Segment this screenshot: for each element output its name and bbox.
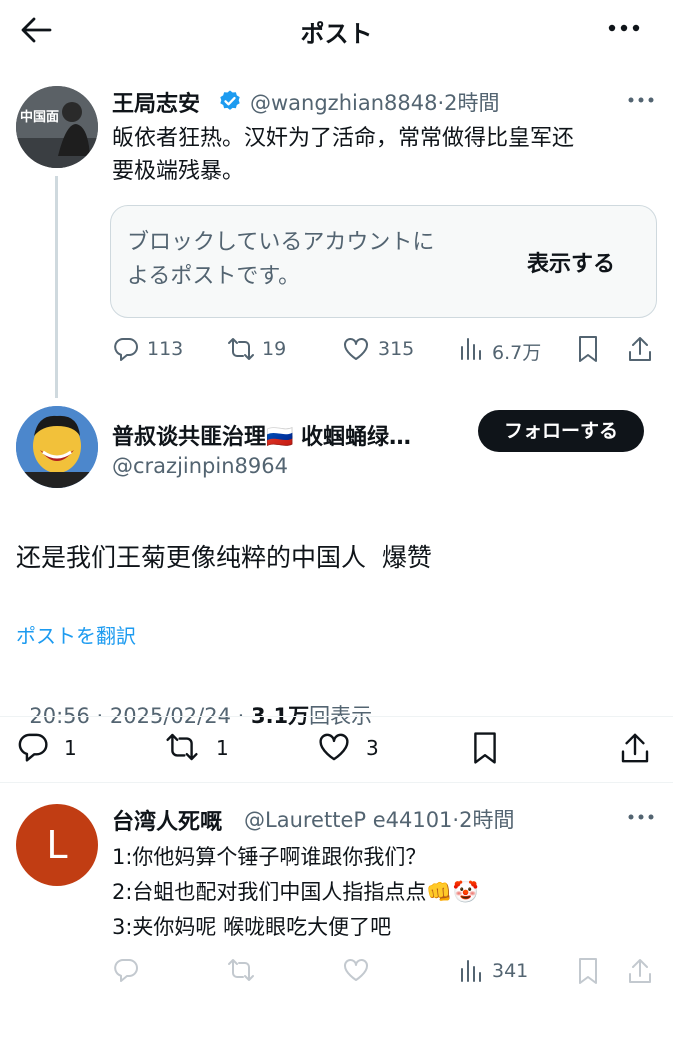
- main-share-button[interactable]: [618, 730, 652, 766]
- more-horizontal-icon: [628, 97, 654, 103]
- reply-avatar-letter: L: [46, 823, 68, 867]
- reply-reply-button[interactable]: [112, 956, 142, 986]
- main-handle[interactable]: @crazjinpin8964: [112, 454, 288, 478]
- more-horizontal-icon: [628, 814, 654, 820]
- reply-text-line-2: 2:台蛆也配对我们中国人指指点点👊🤡: [112, 880, 479, 904]
- blocked-notice-line-2: よるポストです。: [127, 264, 301, 289]
- reply-repost-button[interactable]: [226, 956, 258, 986]
- analytics-icon: [461, 338, 481, 360]
- parent-views-count: 6.7万: [492, 342, 542, 364]
- verified-badge-icon: [218, 89, 242, 113]
- parent-avatar[interactable]: 中国面: [16, 86, 98, 168]
- parent-reply-count: 113: [147, 338, 184, 360]
- parent-reply-button[interactable]: 113: [112, 334, 192, 364]
- reply-icon: [18, 733, 48, 762]
- main-repost-count: 1: [216, 736, 229, 760]
- main-reply-count: 1: [64, 736, 77, 760]
- main-like-button[interactable]: 3: [316, 730, 386, 764]
- repost-icon: [166, 733, 198, 761]
- avatar-photo-icon: [16, 86, 98, 168]
- follow-button[interactable]: フォローする: [478, 410, 644, 452]
- bookmark-icon: [474, 732, 496, 764]
- reply-display-name[interactable]: 台湾人死嘅: [112, 804, 222, 836]
- divider: [0, 716, 673, 717]
- reply-text-line-3: 3:夹你妈呢 喉咙眼吃大便了吧: [112, 915, 392, 939]
- parent-handle-time[interactable]: @wangzhian8848·2時間: [250, 87, 500, 117]
- avatar-caption: 中国面: [20, 110, 60, 125]
- parent-text: 皈依者狂热。汉奸为了活命，常常做得比皇军还 要极端残暴。: [112, 122, 574, 188]
- header-more-button[interactable]: [604, 18, 644, 38]
- show-button[interactable]: 表示する: [527, 246, 615, 278]
- reply-more-button[interactable]: [626, 810, 656, 824]
- reply-share-button[interactable]: [626, 956, 654, 986]
- divider: [0, 782, 673, 783]
- blocked-notice-card: ブロックしているアカウントに よるポストです。 表示する: [110, 205, 657, 318]
- blocked-notice-text: ブロックしているアカウントに よるポストです。: [127, 226, 434, 294]
- main-timestamp-row: 20:56 · 2025/02/24 · 3.1万回表示: [16, 676, 372, 730]
- page-title: ポスト: [300, 20, 373, 48]
- reply-like-button[interactable]: [342, 956, 372, 986]
- reply-avatar[interactable]: L: [16, 804, 98, 886]
- heart-icon: [319, 733, 349, 761]
- parent-bookmark-button[interactable]: [574, 334, 602, 364]
- main-repost-button[interactable]: 1: [164, 730, 234, 764]
- share-icon: [629, 959, 651, 983]
- parent-repost-count: 19: [262, 338, 287, 360]
- reply-bookmark-button[interactable]: [574, 956, 602, 986]
- heart-icon: [344, 338, 368, 360]
- share-icon: [629, 337, 651, 361]
- reply-text: 1:你他妈算个锤子啊谁跟你我们？ 2:台蛆也配对我们中国人指指点点👊🤡 3:夹你…: [112, 840, 479, 945]
- thread-line: [55, 176, 58, 398]
- heart-icon: [344, 959, 368, 981]
- parent-text-line-2: 要极端残暴。: [112, 159, 245, 184]
- main-reply-button[interactable]: 1: [16, 730, 86, 764]
- parent-like-count: 315: [378, 338, 415, 360]
- reply-text-line-1: 1:你他妈算个锤子啊谁跟你我们？: [112, 845, 427, 869]
- main-avatar[interactable]: [16, 406, 98, 488]
- reply-views-count: 341: [492, 960, 529, 982]
- share-icon: [621, 733, 649, 763]
- repost-icon: [228, 338, 254, 360]
- reply-handle-time[interactable]: @LauretteP e44101·2時間: [244, 804, 514, 834]
- bookmark-icon: [579, 958, 597, 984]
- parent-share-button[interactable]: [626, 334, 654, 364]
- parent-text-line-1: 皈依者狂热。汉奸为了活命，常常做得比皇军还: [112, 126, 575, 151]
- bookmark-icon: [579, 336, 597, 362]
- analytics-icon: [461, 960, 481, 982]
- main-display-name[interactable]: 普叔谈共匪治理🇷🇺 收蝈蛹绿…: [112, 419, 411, 451]
- repost-icon: [228, 959, 254, 981]
- parent-views-button[interactable]: 6.7万: [458, 334, 558, 364]
- reply-icon: [114, 959, 138, 982]
- parent-display-name[interactable]: 王局志安: [112, 86, 200, 118]
- more-horizontal-icon: [608, 24, 640, 32]
- parent-repost-button[interactable]: 19: [226, 334, 306, 364]
- translate-link[interactable]: ポストを翻訳: [16, 620, 136, 649]
- blocked-notice-line-1: ブロックしているアカウントに: [127, 230, 435, 255]
- avatar-cartoon-face-icon: [16, 406, 98, 488]
- reply-views-button[interactable]: 341: [458, 956, 548, 986]
- main-bookmark-button[interactable]: [468, 730, 502, 766]
- main-like-count: 3: [366, 736, 379, 760]
- main-post-text: 还是我们王菊更像纯粹的中国人 爆赞: [16, 543, 432, 572]
- parent-like-button[interactable]: 315: [342, 334, 422, 364]
- reply-icon: [114, 338, 138, 361]
- parent-more-button[interactable]: [626, 93, 656, 107]
